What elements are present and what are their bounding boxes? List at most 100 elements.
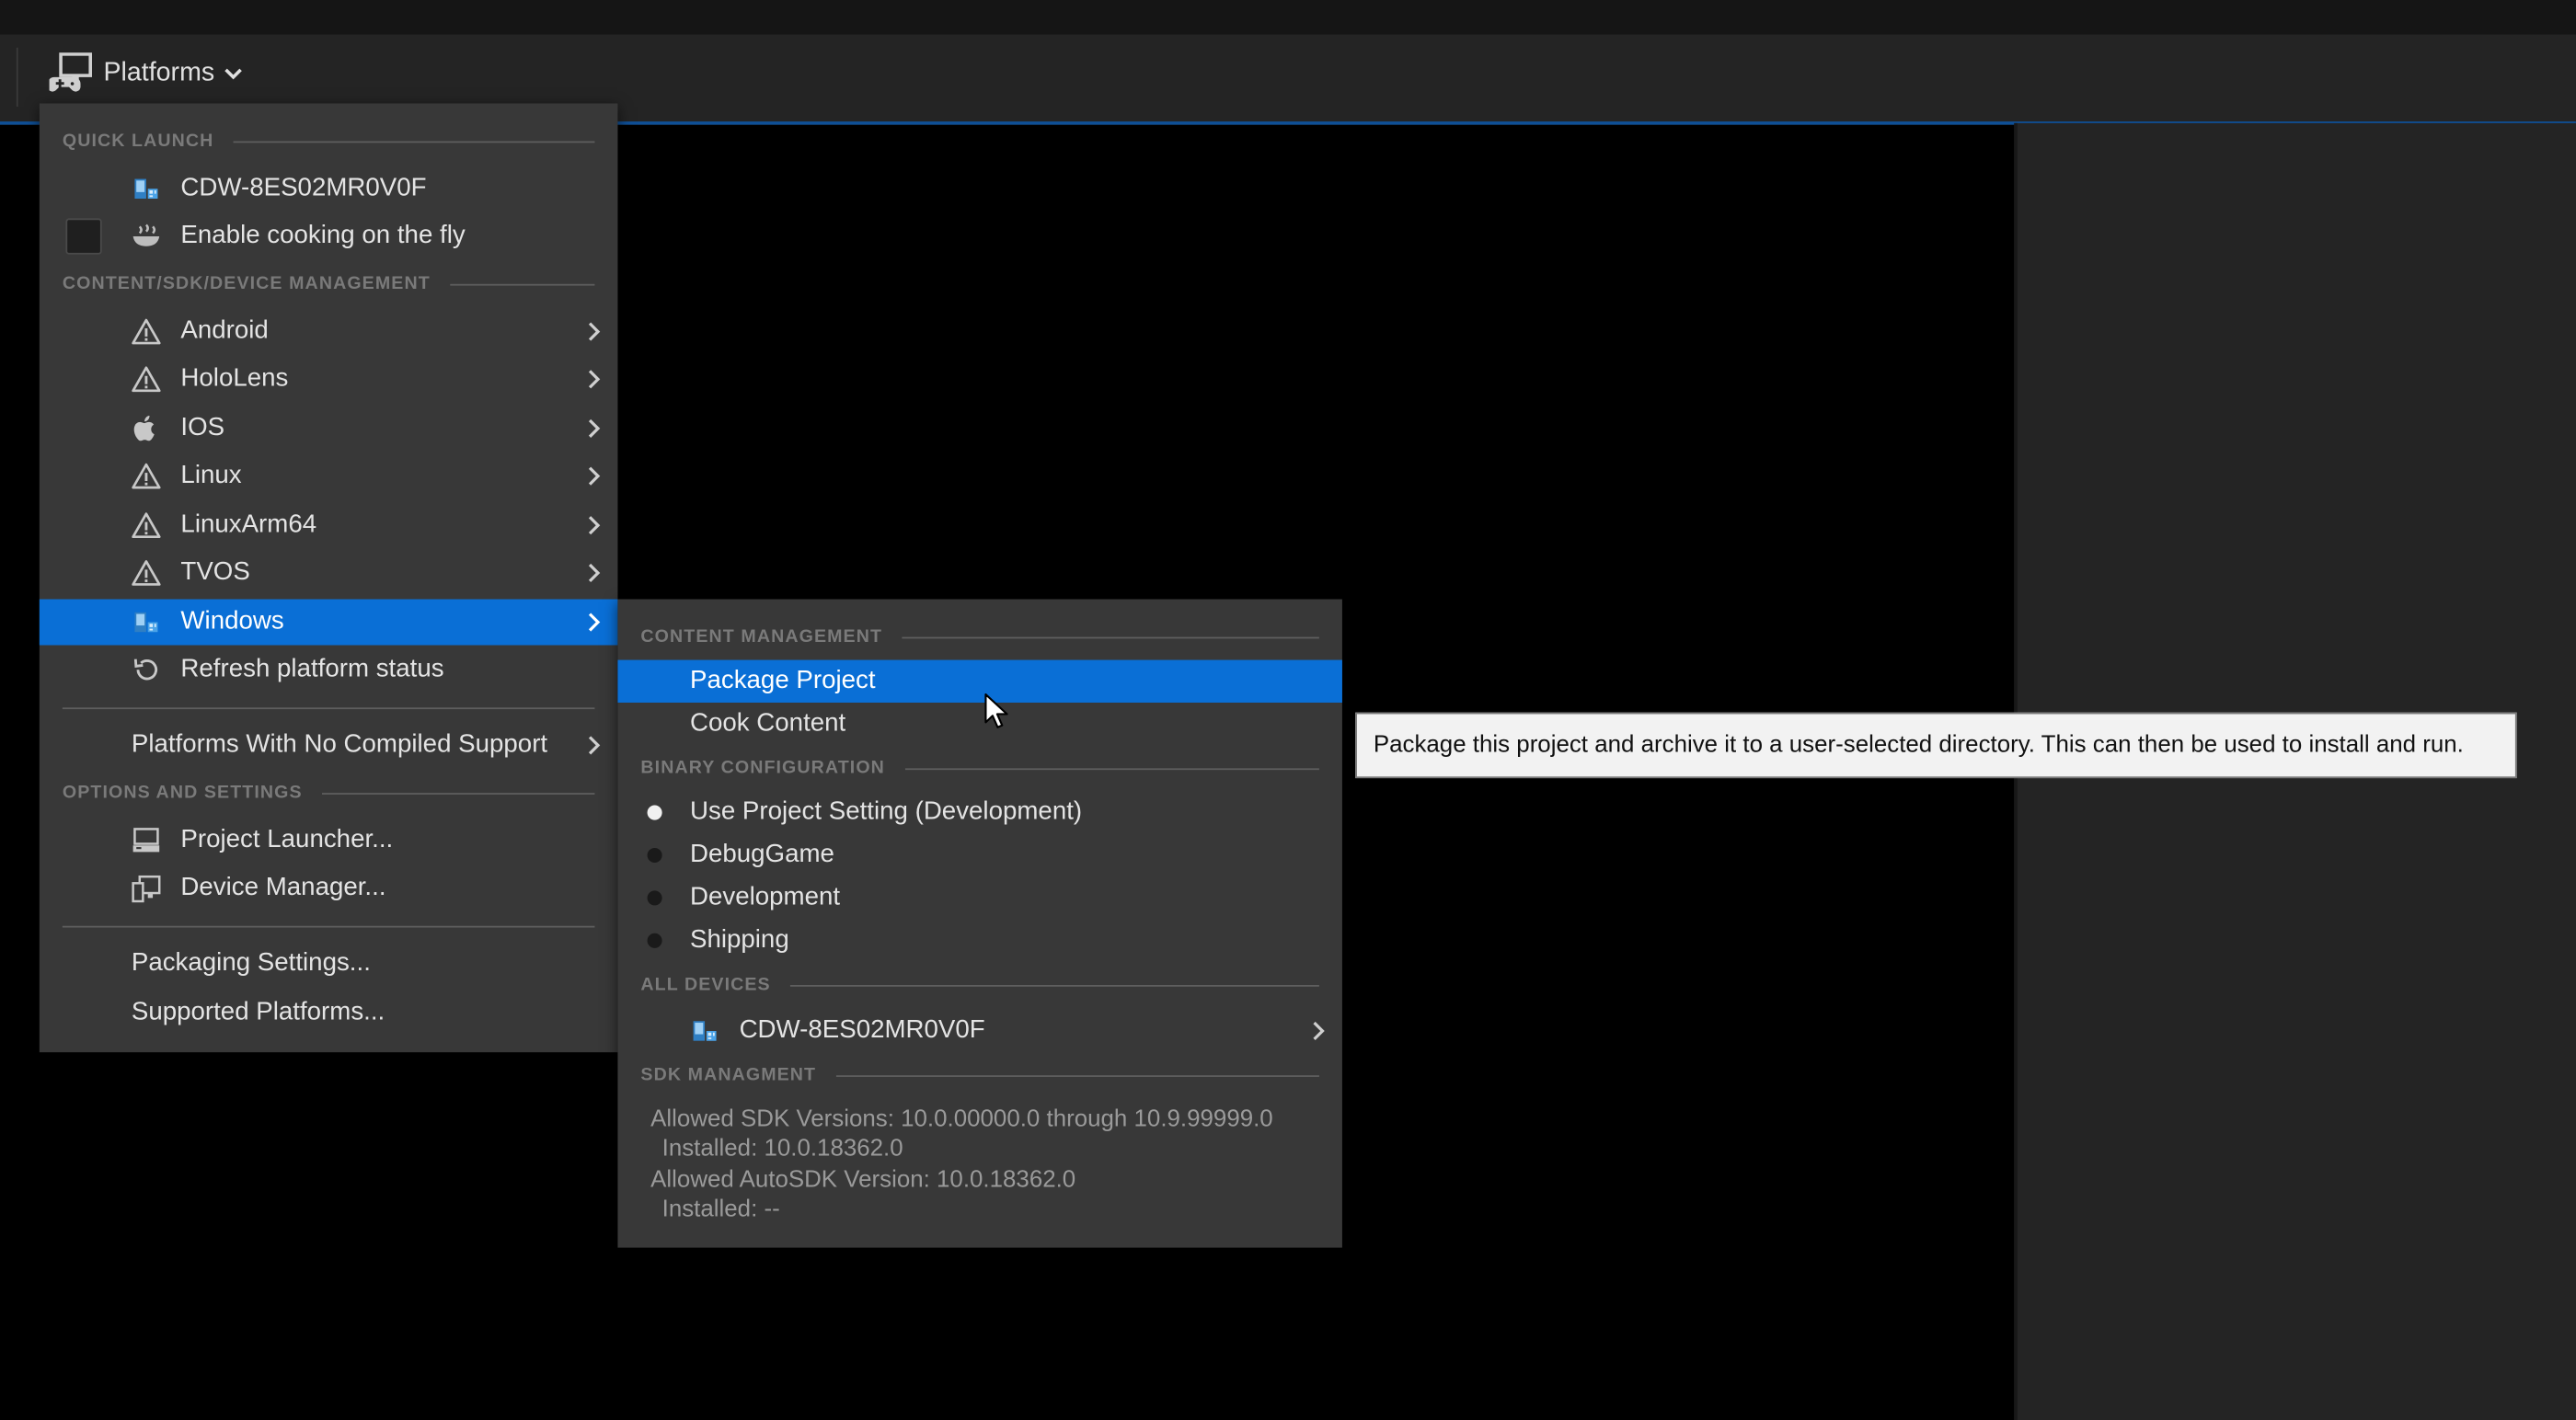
- chevron-right-icon: [588, 370, 601, 389]
- section-binary-configuration: BINARY CONFIGURATION: [640, 758, 1319, 779]
- platform-linux[interactable]: Linux: [40, 453, 618, 499]
- package-project-item[interactable]: Package Project: [617, 659, 1342, 703]
- radio-unselected[interactable]: [647, 847, 662, 864]
- sdk-installed: Installed: 10.0.18362.0: [661, 1136, 903, 1162]
- chevron-right-icon: [588, 736, 601, 755]
- warning-icon: [132, 558, 161, 588]
- title-strip: [0, 0, 2576, 35]
- autosdk-allowed-version: Allowed AutoSDK Version: 10.0.18362.0: [650, 1167, 1076, 1194]
- section-title: ALL DEVICES: [640, 975, 771, 995]
- config-use-project-setting[interactable]: Use Project Setting (Development): [617, 791, 1341, 833]
- device-manager-item[interactable]: Device Manager...: [40, 865, 618, 911]
- mouse-cursor-icon: [984, 693, 1008, 728]
- config-label: Development: [689, 883, 841, 911]
- chevron-right-icon: [588, 613, 601, 632]
- menu-divider: [62, 707, 595, 710]
- cook-content-label: Cook Content: [689, 709, 846, 738]
- device-label: CDW-8ES02MR0V0F: [739, 1015, 985, 1045]
- chevron-right-icon: [588, 516, 601, 535]
- section-title: CONTENT MANAGEMENT: [640, 626, 883, 647]
- platform-label: Windows: [180, 607, 284, 636]
- warning-icon: [132, 364, 161, 394]
- radio-selected[interactable]: [647, 805, 662, 820]
- section-title: BINARY CONFIGURATION: [640, 758, 885, 779]
- section-title: SDK MANAGMENT: [640, 1065, 817, 1085]
- platform-label: LinuxArm64: [180, 510, 317, 539]
- refresh-icon: [132, 655, 161, 684]
- chevron-right-icon: [588, 563, 601, 583]
- enable-cooking-item[interactable]: Enable cooking on the fly: [40, 213, 618, 259]
- chevron-right-icon: [1313, 1021, 1325, 1041]
- platform-windows[interactable]: Windows: [39, 599, 618, 646]
- platform-tvos[interactable]: TVOS: [40, 550, 618, 596]
- windows-device-icon: [690, 1016, 719, 1046]
- chevron-right-icon: [588, 466, 601, 486]
- config-label: Shipping: [689, 925, 789, 955]
- supported-platforms-label: Supported Platforms...: [131, 998, 385, 1026]
- config-development[interactable]: Development: [617, 876, 1341, 919]
- toolbar-separator: [16, 47, 18, 108]
- warning-icon: [132, 510, 161, 540]
- platform-label: TVOS: [180, 557, 250, 587]
- chevron-down-icon: [224, 68, 242, 80]
- section-all-devices: ALL DEVICES: [640, 975, 1319, 995]
- autosdk-installed: Installed: --: [661, 1197, 780, 1223]
- windows-submenu: CONTENT MANAGEMENT Package Project Cook …: [617, 599, 1342, 1248]
- enable-cooking-label: Enable cooking on the fly: [180, 221, 466, 250]
- section-quick-launch: QUICK LAUNCH: [63, 132, 595, 151]
- refresh-label: Refresh platform status: [180, 655, 444, 683]
- platforms-label: Platforms: [103, 59, 215, 87]
- package-project-label: Package Project: [689, 666, 876, 695]
- all-devices-device[interactable]: CDW-8ES02MR0V0F: [617, 1008, 1341, 1054]
- section-content-management: CONTENT/SDK/DEVICE MANAGEMENT: [62, 274, 595, 294]
- launcher-icon: [132, 826, 161, 855]
- project-launcher-item[interactable]: Project Launcher...: [40, 818, 618, 864]
- device-manager-icon: [132, 874, 161, 903]
- config-label: DebugGame: [689, 840, 834, 869]
- packaging-settings-item[interactable]: Packaging Settings...: [40, 941, 618, 987]
- quick-launch-device-label: CDW-8ES02MR0V0F: [180, 174, 427, 202]
- config-shipping[interactable]: Shipping: [617, 920, 1341, 962]
- config-label: Use Project Setting (Development): [689, 797, 1083, 826]
- packaging-settings-label: Packaging Settings...: [131, 948, 371, 978]
- platform-linuxarm64[interactable]: LinuxArm64: [40, 502, 618, 548]
- steam-bowl-icon: [132, 222, 161, 251]
- radio-unselected[interactable]: [647, 933, 662, 948]
- refresh-platform-status[interactable]: Refresh platform status: [40, 647, 618, 693]
- platform-android[interactable]: Android: [40, 309, 618, 355]
- editor-window: Platforms QUICK LAUNCH CDW-8ES02MR0V0F E…: [0, 0, 2576, 1420]
- gamepad-monitor-icon: [49, 52, 92, 92]
- project-launcher-label: Project Launcher...: [180, 825, 394, 854]
- radio-unselected[interactable]: [647, 890, 662, 906]
- no-compiled-label: Platforms With No Compiled Support: [131, 730, 548, 759]
- device-manager-label: Device Manager...: [180, 873, 386, 901]
- chevron-right-icon: [588, 322, 601, 341]
- enable-cooking-checkbox[interactable]: [65, 218, 102, 255]
- section-options-settings: OPTIONS AND SETTINGS: [62, 783, 595, 803]
- warning-icon: [132, 317, 161, 347]
- windows-device-icon: [132, 607, 161, 636]
- platform-hololens[interactable]: HoloLens: [40, 356, 618, 402]
- section-title: QUICK LAUNCH: [62, 131, 214, 152]
- apple-icon: [132, 414, 161, 443]
- menu-divider: [62, 925, 595, 928]
- supported-platforms-item[interactable]: Supported Platforms...: [40, 990, 618, 1036]
- quick-launch-device[interactable]: CDW-8ES02MR0V0F: [40, 166, 618, 212]
- platforms-menu: QUICK LAUNCH CDW-8ES02MR0V0F Enable cook…: [39, 103, 618, 1053]
- warning-icon: [132, 462, 161, 491]
- platform-label: Android: [180, 316, 269, 345]
- section-title: CONTENT/SDK/DEVICE MANAGEMENT: [62, 274, 431, 294]
- section-content-management: CONTENT MANAGEMENT: [640, 626, 1319, 647]
- sdk-allowed-versions: Allowed SDK Versions: 10.0.00000.0 throu…: [650, 1106, 1273, 1133]
- config-debuggame[interactable]: DebugGame: [617, 834, 1341, 876]
- section-title: OPTIONS AND SETTINGS: [62, 783, 303, 803]
- platform-ios[interactable]: IOS: [40, 406, 618, 452]
- platform-label: Linux: [180, 461, 242, 489]
- platforms-button[interactable]: Platforms: [49, 52, 243, 95]
- section-sdk-management: SDK MANAGMENT: [640, 1065, 1319, 1085]
- package-project-tooltip: Package this project and archive it to a…: [1355, 712, 2517, 779]
- cook-content-item[interactable]: Cook Content: [617, 703, 1341, 745]
- windows-device-icon: [132, 174, 161, 203]
- platform-label: HoloLens: [180, 364, 289, 393]
- platforms-no-compiled-support[interactable]: Platforms With No Compiled Support: [40, 722, 618, 768]
